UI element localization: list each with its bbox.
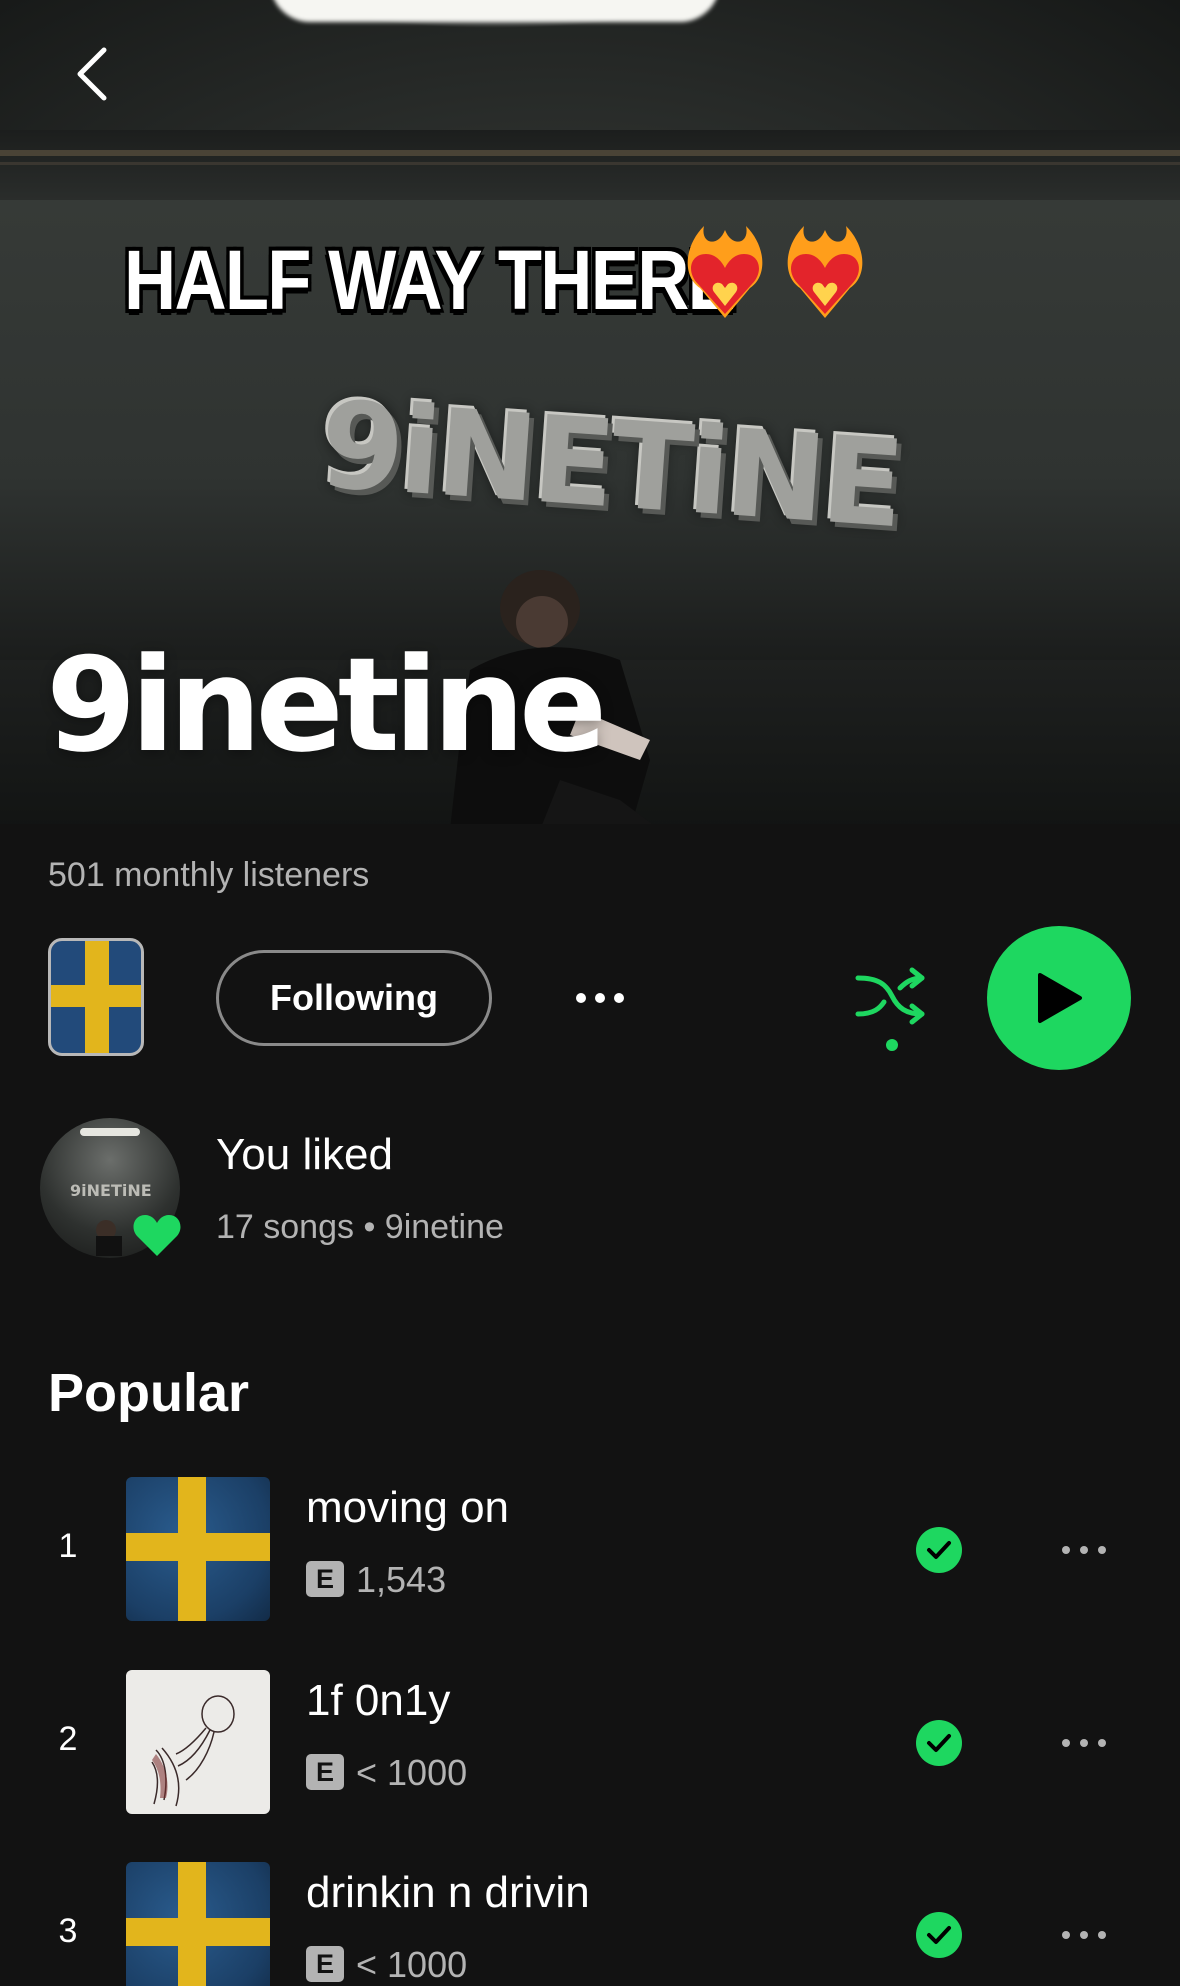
more-options-icon[interactable] [566, 968, 634, 1028]
play-icon [1038, 973, 1082, 1023]
ceiling-pipe [0, 162, 1180, 165]
svg-text:9iNETiNE: 9iNETiNE [70, 1181, 152, 1200]
heart-icon [132, 1212, 182, 1258]
track-plays: < 1000 [356, 1752, 468, 1793]
track-title: 1f 0n1y [306, 1676, 451, 1725]
explicit-badge: E [306, 1946, 344, 1982]
track-row[interactable]: 2 1f 0n1y E < 1000 [0, 1670, 1180, 1820]
liked-subtitle: 17 songs • 9inetine [216, 1208, 504, 1246]
popular-heading: Popular [48, 1363, 250, 1423]
liked-title[interactable]: You liked [216, 1130, 393, 1180]
ceiling-pipe [0, 150, 1180, 156]
artist-header-image: 9iNETiNE HALF WAY THERE 9inetine [0, 0, 1180, 824]
track-more-icon[interactable] [1054, 1910, 1114, 1960]
explicit-badge: E [306, 1561, 344, 1597]
track-artwork [126, 1862, 270, 1986]
flag-cross-horizontal [51, 985, 141, 1007]
artist-avatar[interactable] [48, 938, 144, 1056]
heart-on-fire-icon [787, 226, 863, 318]
monthly-listeners: 501 monthly listeners [48, 856, 370, 894]
shuffle-icon[interactable] [852, 962, 932, 1062]
saved-check-icon[interactable] [916, 1527, 962, 1573]
banner-emoji [680, 226, 870, 326]
ceiling-light [270, 0, 720, 22]
explicit-badge: E [306, 1754, 344, 1790]
track-rank: 2 [58, 1720, 78, 1758]
following-button[interactable]: Following [216, 950, 492, 1046]
track-row[interactable]: 3 drinkin n drivin E < 1000 [0, 1862, 1180, 1986]
back-chevron-icon[interactable] [68, 44, 118, 104]
heart-on-fire-icon [687, 226, 763, 318]
track-plays: 1,543 [356, 1559, 447, 1600]
track-plays: < 1000 [356, 1944, 468, 1985]
play-button[interactable] [987, 926, 1131, 1070]
artist-name: 9inetine [46, 629, 607, 781]
ceiling [0, 130, 1180, 200]
track-artwork [126, 1670, 270, 1814]
banner-caption: HALF WAY THERE [124, 233, 736, 327]
track-rank: 1 [58, 1527, 78, 1565]
track-row[interactable]: 1 moving on E 1,543 [0, 1477, 1180, 1627]
track-artwork [126, 1477, 270, 1621]
saved-check-icon[interactable] [916, 1912, 962, 1958]
track-title: drinkin n drivin [306, 1868, 590, 1917]
track-more-icon[interactable] [1054, 1718, 1114, 1768]
track-more-icon[interactable] [1054, 1525, 1114, 1575]
track-title: moving on [306, 1483, 510, 1532]
track-rank: 3 [58, 1912, 78, 1950]
saved-check-icon[interactable] [916, 1720, 962, 1766]
